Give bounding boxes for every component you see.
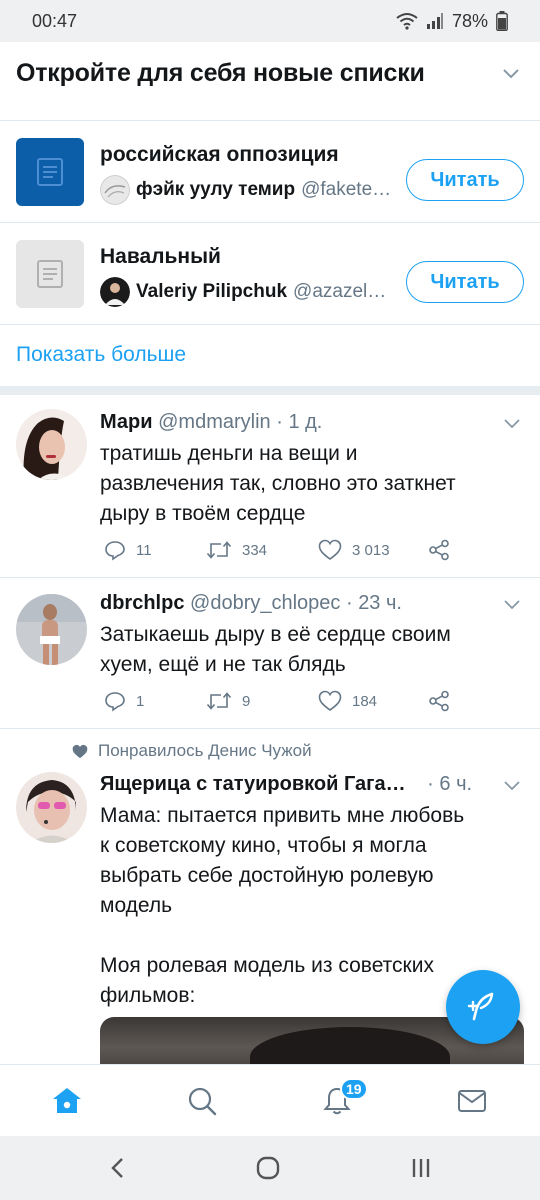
heart-icon [318, 539, 342, 560]
mail-icon [458, 1090, 486, 1112]
battery-percent: 78% [451, 10, 488, 31]
tweet-text: тратишь деньги на вещи и развлечения так… [100, 442, 456, 525]
list-owner: фэйк уулу темир @fakete… [100, 175, 391, 205]
tab-messages[interactable] [452, 1081, 492, 1121]
home-circle-icon [256, 1156, 280, 1180]
chevron-down-icon[interactable] [502, 413, 522, 433]
avatar-image [16, 409, 87, 480]
owner-handle: @azazel… [293, 281, 387, 302]
list-thumbnail [16, 138, 84, 206]
tab-home[interactable] [47, 1081, 87, 1121]
notifications-badge: 19 [340, 1078, 368, 1100]
list-item[interactable]: российская оппозиция фэйк уулу темир @fa… [0, 121, 540, 223]
tweet-actions: 1 9 184 [100, 690, 520, 716]
retweet-button[interactable]: 334 [206, 539, 267, 561]
retweet-count: 9 [242, 692, 251, 710]
tweet-time: 23 ч. [358, 592, 402, 614]
status-time: 00:47 [32, 10, 78, 31]
retweet-icon [206, 541, 232, 559]
retweet-button[interactable]: 9 [206, 690, 250, 712]
list-name: российская оппозиция [100, 143, 339, 166]
chevron-down-icon[interactable] [500, 62, 522, 84]
divider [0, 324, 540, 325]
reply-icon [105, 541, 125, 561]
status-icons: 78% [396, 11, 508, 32]
header-title: Откройте для себя новые списки [16, 58, 425, 87]
compose-feather-icon [467, 992, 494, 1021]
section-separator [0, 386, 540, 395]
like-count: 184 [352, 692, 378, 710]
author-name[interactable]: Мари [100, 411, 153, 433]
tweet-time: 1 д. [288, 411, 323, 433]
chevron-down-icon[interactable] [502, 775, 522, 795]
read-button[interactable]: Читать [406, 159, 524, 201]
reply-count: 11 [136, 541, 152, 559]
avatar[interactable] [16, 772, 87, 843]
status-bar: 00:47 78% [0, 0, 540, 42]
tweet-actions: 11 334 3 013 [100, 539, 520, 565]
reply-count: 1 [136, 692, 145, 710]
list-owner: Valeriy Pilipchuk @azazel… [100, 277, 386, 307]
retweet-count: 334 [242, 541, 268, 559]
like-count: 3 013 [352, 541, 390, 559]
recents-icon [412, 1159, 430, 1177]
search-icon [188, 1087, 217, 1116]
tweet[interactable]: Мари @mdmarylin · 1 д. тратишь деньги на… [0, 395, 540, 577]
tweet-header: Мари @mdmarylin · 1 д. [100, 411, 323, 433]
like-button[interactable]: 184 [318, 690, 377, 712]
reply-icon [105, 692, 125, 712]
show-more-link[interactable]: Показать больше [16, 343, 186, 367]
wifi-icon [396, 13, 418, 30]
chevron-down-icon[interactable] [502, 594, 522, 614]
share-icon [429, 539, 449, 561]
tweet-header: Ящерица с татуировкой Гага… · 6 ч. [100, 773, 473, 795]
retweet-icon [206, 692, 232, 710]
recents-button[interactable] [405, 1152, 437, 1184]
share-button[interactable] [428, 690, 450, 712]
back-button[interactable] [102, 1152, 134, 1184]
tweet-header: dbrchlpc @dobry_chlopec · 23 ч. [100, 592, 402, 614]
read-button[interactable]: Читать [406, 261, 524, 303]
list-thumbnail [16, 240, 84, 308]
list-item[interactable]: Навальный Valeriy Pilipchuk @azazel… Чит… [0, 223, 540, 325]
share-icon [429, 690, 449, 712]
lists-header: Откройте для себя новые списки [0, 42, 540, 104]
signal-icon [426, 13, 443, 29]
document-icon [37, 260, 63, 288]
owner-handle: @fakete… [301, 179, 392, 200]
avatar-image [16, 594, 87, 665]
battery-icon [496, 11, 508, 31]
avatar [100, 277, 130, 307]
reply-button[interactable]: 11 [104, 539, 152, 561]
like-button[interactable]: 3 013 [318, 539, 390, 561]
tweet-time: 6 ч. [439, 773, 473, 795]
tweet[interactable]: dbrchlpc @dobry_chlopec · 23 ч. Затыкаеш… [0, 578, 540, 728]
tweet-text: Затыкаешь дыру в её сердце своим хуем, е… [100, 623, 451, 676]
compose-tweet-button[interactable] [446, 970, 520, 1044]
avatar[interactable] [16, 594, 87, 665]
author-handle[interactable]: @mdmarylin [158, 411, 271, 433]
author-name[interactable]: dbrchlpc [100, 592, 184, 614]
home-icon [53, 1088, 81, 1113]
owner-name: Valeriy Pilipchuk [136, 281, 288, 302]
home-button[interactable] [252, 1152, 284, 1184]
media-content [250, 1027, 450, 1067]
owner-name: фэйк уулу темир [136, 179, 296, 200]
system-navigation-bar [0, 1136, 540, 1200]
reply-button[interactable]: 1 [104, 690, 144, 712]
author-name[interactable]: Ящерица с татуировкой Гага… [100, 773, 406, 795]
document-icon [37, 158, 63, 186]
avatar [100, 175, 130, 205]
share-button[interactable] [428, 539, 450, 561]
author-handle[interactable]: @dobry_chlopec [190, 592, 340, 614]
heart-icon [318, 690, 342, 711]
bottom-tab-bar [0, 1064, 540, 1136]
back-icon [111, 1158, 123, 1178]
list-name: Навальный [100, 245, 221, 268]
avatar-image [16, 772, 87, 843]
avatar[interactable] [16, 409, 87, 480]
tab-search[interactable] [182, 1081, 222, 1121]
